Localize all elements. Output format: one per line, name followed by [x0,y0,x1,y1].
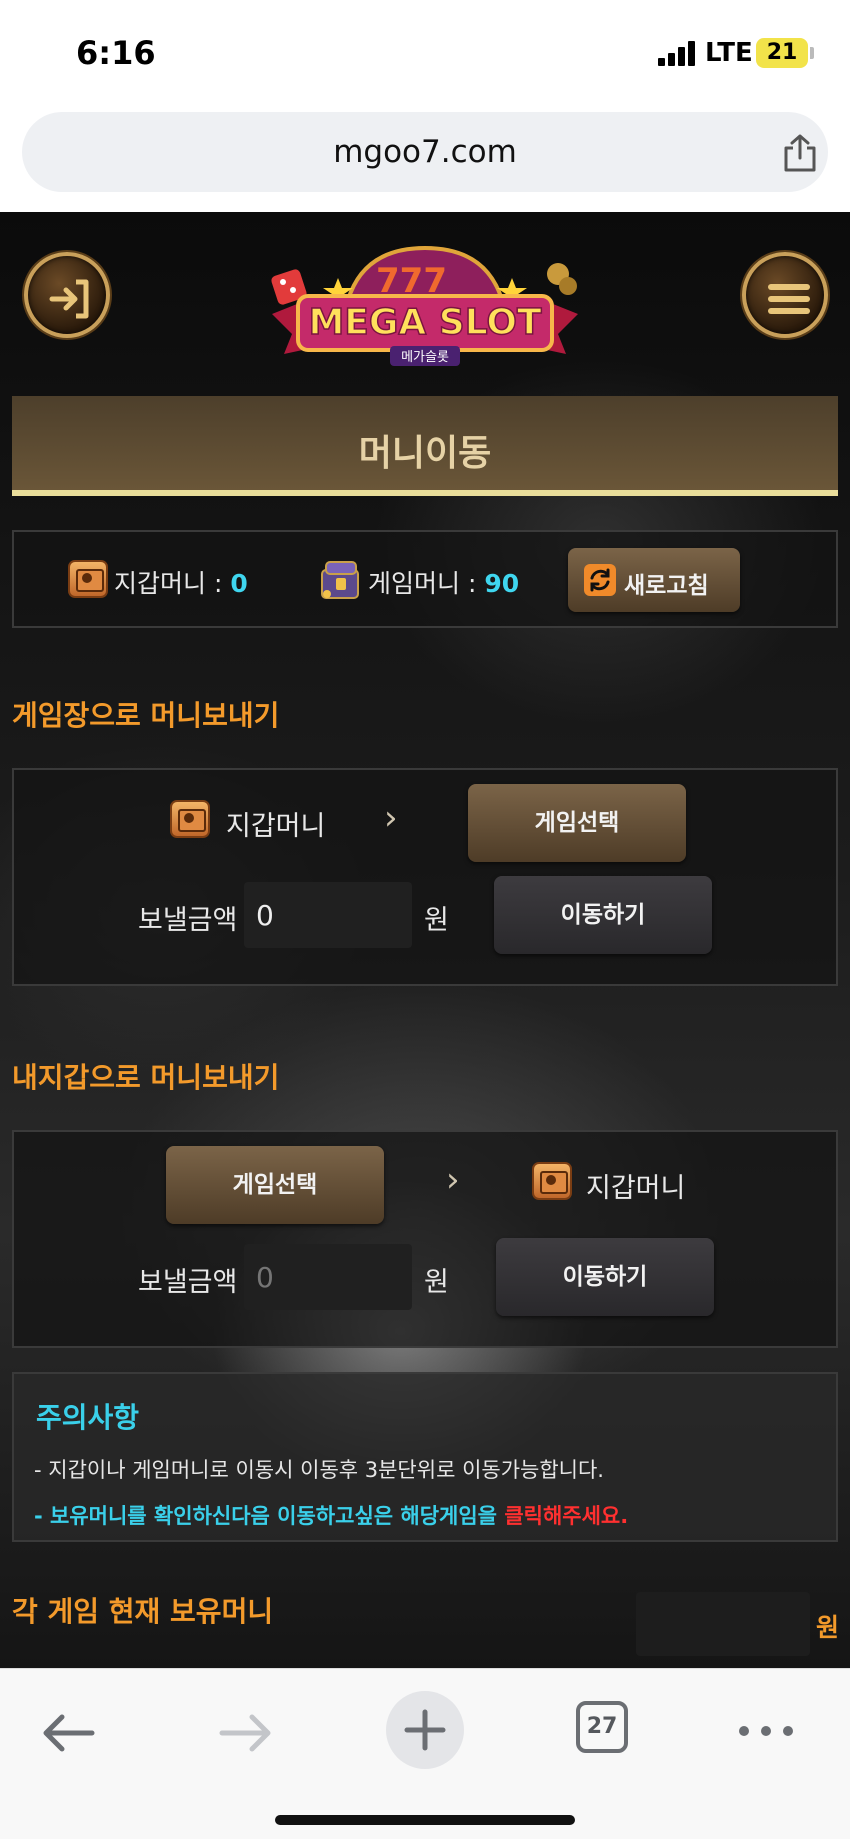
signal-icon [658,40,700,66]
to-wallet-label: 지갑머니 [586,1173,686,1204]
login-icon [49,279,89,319]
battery-icon: 21 [756,38,808,68]
browser-toolbar: 27 [0,1668,850,1839]
notice-title: 주의사항 [36,1401,140,1434]
forward-icon[interactable] [210,1697,282,1769]
send-amount-input[interactable] [244,882,412,948]
chevron-right-icon: › [384,798,398,838]
notice-line-1: - 지갑이나 게임머니로 이동시 이동후 3분단위로 이동가능합니다. [34,1458,604,1482]
more-icon[interactable] [730,1697,802,1769]
send-amount-input[interactable] [244,1244,412,1310]
network-label: LTE [705,38,753,68]
refresh-icon [584,564,616,596]
page-title-bar: 머니이동 [12,396,838,496]
game-chest-icon [321,561,359,599]
status-bar: 6:16 LTE 21 [0,0,850,108]
mega-slot-logo[interactable]: 777 MEGA SLOT 메가슬롯 [268,240,582,370]
wallet-money-label: 지갑머니 : 0 [114,564,248,600]
plus-icon [404,1709,446,1751]
game-select-button[interactable]: 게임선택 [468,784,686,862]
game-money-label: 게임머니 : 90 [368,564,519,600]
clock: 6:16 [76,34,156,72]
notice-panel: 주의사항 - 지갑이나 게임머니로 이동시 이동후 3분단위로 이동가능합니다.… [12,1372,838,1542]
refresh-button[interactable]: 새로고침 [568,548,740,612]
menu-button[interactable] [742,252,828,338]
move-button[interactable]: 이동하기 [496,1238,714,1316]
safe-icon [68,560,108,598]
battery-cap [810,47,814,59]
to-wallet-title: 내지갑으로 머니보내기 [12,1061,280,1094]
logo-subtext: 메가슬롯 [401,350,449,365]
wallet-money-text: 지갑머니 : [114,569,231,598]
game-money-value: 90 [484,569,520,598]
notice-line-2-highlight: 클릭해주세요. [504,1504,629,1528]
to-game-panel: 지갑머니 › 게임선택 보낼금액 원 이동하기 [12,768,838,986]
holdings-value-box [636,1592,810,1656]
new-tab-button[interactable] [386,1691,464,1769]
logo-text: MEGA SLOT [308,302,542,343]
currency-unit: 원 [424,1267,449,1298]
to-game-title: 게임장으로 머니보내기 [12,699,280,732]
game-select-button[interactable]: 게임선택 [166,1146,384,1224]
currency-unit: 원 [424,905,449,936]
safe-icon [532,1162,572,1200]
refresh-label: 새로고침 [624,573,709,599]
wallet-money-value: 0 [230,569,248,598]
page-content: 777 MEGA SLOT 메가슬롯 머니이동 지갑머니 : 0 게임머니: … [0,212,850,1668]
url-text[interactable]: mgoo7.com [22,134,828,170]
home-indicator [275,1815,575,1825]
from-wallet-label: 지갑머니 [226,811,326,842]
page-title: 머니이동 [358,433,492,474]
notice-line-2-text: - 보유머니를 확인하신다음 이동하고싶은 해당게임을 [34,1504,505,1528]
safe-icon [170,800,210,838]
send-amount-label: 보낼금액 [138,1267,238,1298]
share-icon[interactable] [780,132,820,174]
notice-line-2: - 보유머니를 확인하신다음 이동하고싶은 해당게임을 클릭해주세요. [34,1500,628,1530]
tabs-button[interactable]: 27 [576,1701,628,1753]
login-button[interactable] [24,252,110,338]
move-button[interactable]: 이동하기 [494,876,712,954]
address-bar[interactable]: mgoo7.com [22,112,828,192]
browser-header: mgoo7.com [0,108,850,212]
holdings-title: 각 게임 현재 보유머니 [12,1595,274,1628]
game-money-text: 게임머니 : [368,569,485,598]
back-icon[interactable] [32,1697,104,1769]
holdings-unit: 원 [816,1613,840,1642]
send-amount-label: 보낼금액 [138,905,238,936]
chevron-right-icon: › [446,1160,460,1200]
balance-panel: 지갑머니 : 0 게임머니 : 90 새로고침 [12,530,838,628]
to-wallet-panel: 게임선택 › 지갑머니 보낼금액 원 이동하기 [12,1130,838,1348]
hamburger-icon [768,284,810,314]
